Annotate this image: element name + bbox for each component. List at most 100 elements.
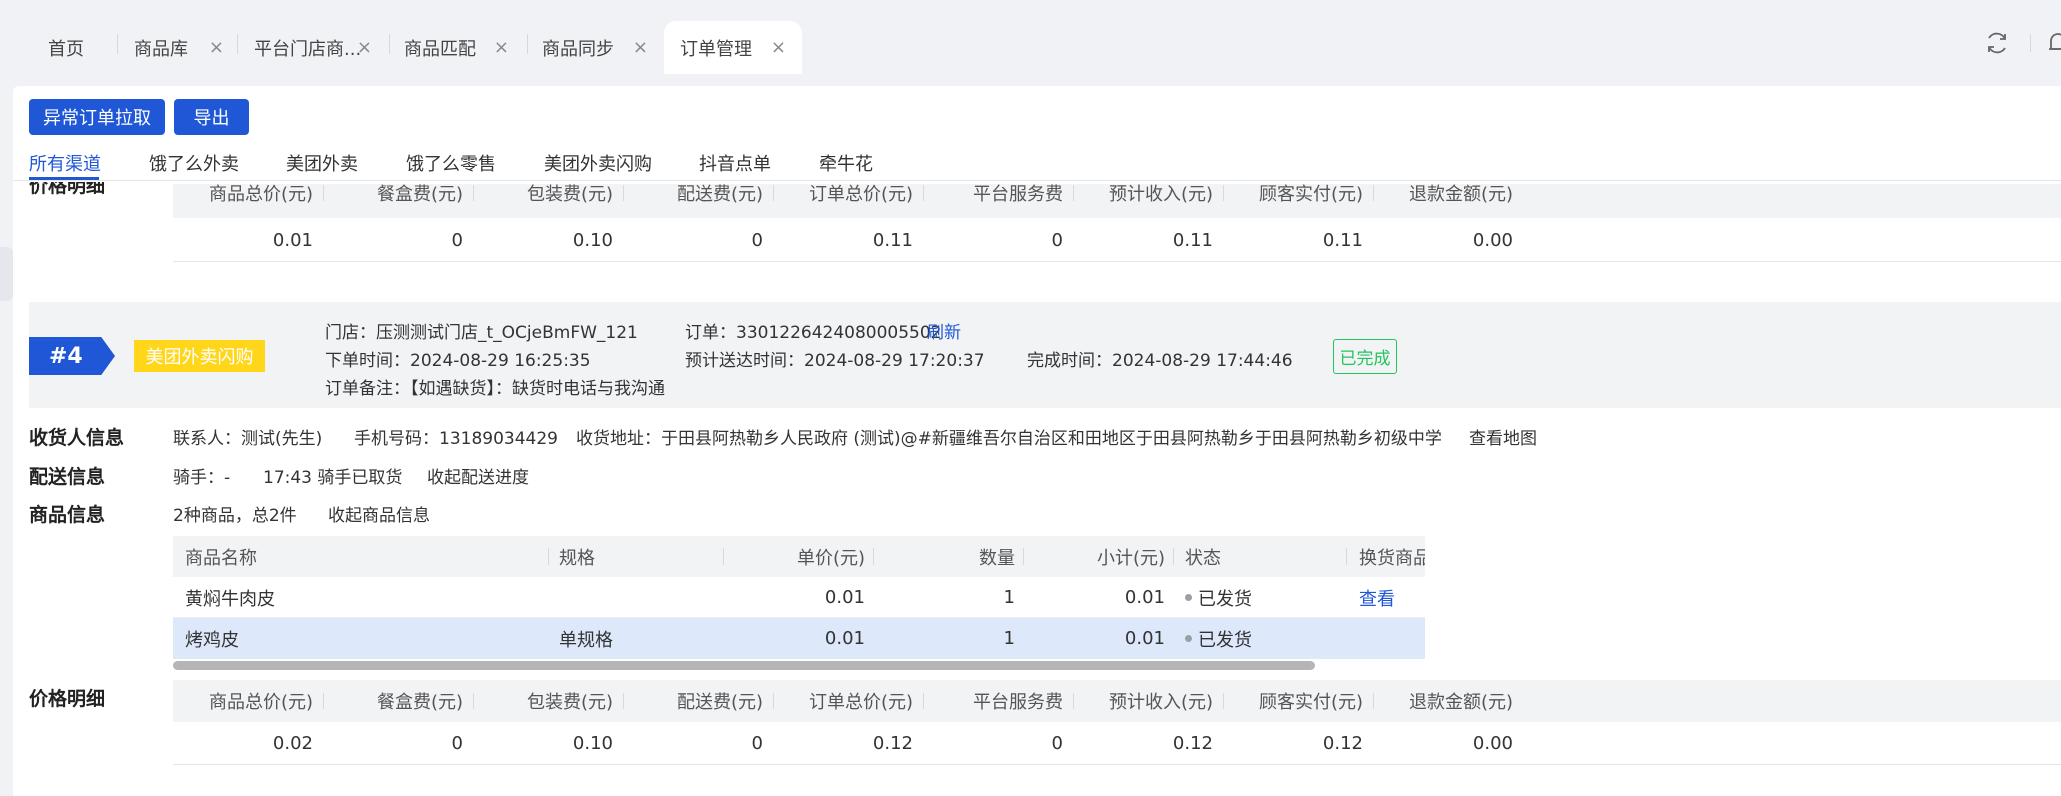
order-time: 下单时间：2024-08-29 16:25:35 (325, 351, 591, 371)
price-cell: 0.01 (272, 229, 313, 251)
price-col-header: 预计收入(元) (1108, 692, 1213, 713)
column-divider (723, 548, 724, 565)
prev-price-table-row: 0.01 0 0.10 0 0.11 0 0.11 0.11 0.00 (173, 218, 2061, 262)
tab-product-library[interactable]: 商品库 × (134, 21, 224, 74)
tab-order-management[interactable]: 订单管理 × (664, 21, 802, 74)
channel-tabs-divider (13, 180, 2061, 181)
export-button[interactable]: 导出 (174, 99, 249, 135)
goods-spec: 单规格 (559, 629, 613, 651)
collapse-goods-link[interactable]: 收起商品信息 (328, 501, 430, 526)
order-remark: 订单备注：【如遇缺货】：缺货时电话与我沟通 (325, 379, 665, 399)
close-icon[interactable]: × (771, 37, 786, 58)
tab-product-sync[interactable]: 商品同步 × (542, 21, 648, 74)
close-icon[interactable]: × (494, 37, 509, 58)
price-col-header: 退款金额(元) (1408, 692, 1513, 713)
goods-subtotal: 0.01 (1124, 587, 1165, 608)
price-cell: 0.02 (272, 732, 313, 754)
price-cell: 0 (751, 229, 763, 251)
view-map-link[interactable]: 查看地图 (1469, 424, 1537, 449)
prev-price-section-label: 价格明细 (29, 182, 106, 196)
close-icon[interactable]: × (633, 37, 648, 58)
tab-bar: 首页 商品库 × 平台门店商... × 商品匹配 × 商品同步 × 订单管理 × (0, 0, 2061, 74)
price-table-header: 商品总价(元) 餐盒费(元) 包装费(元) 配送费(元) 订单总价(元) 平台服… (173, 680, 2061, 722)
delivery-section-label: 配送信息 (29, 466, 106, 488)
price-col-header: 商品总价(元) (208, 184, 313, 205)
goods-status-text: 已发货 (1198, 588, 1252, 610)
price-cell: 0 (451, 732, 463, 754)
receiver-phone: 手机号码：13189034429 (354, 429, 558, 449)
goods-table-header: 商品名称 规格 单价(元) 数量 小计(元) 状态 换货商品 (173, 536, 1425, 577)
receiver-section-label: 收货人信息 (29, 427, 125, 449)
delivery-progress: 17:43 骑手已取货 (263, 468, 403, 488)
bell-icon[interactable] (2046, 30, 2061, 56)
refresh-icon[interactable] (1984, 30, 2010, 56)
close-icon[interactable]: × (357, 37, 372, 58)
price-cell: 0 (1051, 732, 1063, 754)
tab-label: 首页 (48, 38, 84, 60)
price-cell: 0 (1051, 229, 1063, 251)
column-divider (548, 548, 549, 565)
price-table-row: 0.02 0 0.10 0 0.12 0 0.12 0.12 0.00 (173, 722, 2061, 765)
column-divider (1023, 548, 1024, 565)
receiver-contact: 联系人：测试(先生) (173, 429, 323, 449)
tab-divider (389, 34, 390, 54)
goods-col-header: 规格 (559, 547, 595, 569)
delivery-rider: 骑手：- (173, 468, 231, 488)
complete-time: 完成时间：2024-08-29 17:44:46 (1027, 351, 1293, 371)
tab-home[interactable]: 首页 (48, 21, 108, 74)
channel-tab-all[interactable]: 所有渠道 (29, 150, 101, 176)
price-col-header: 包装费(元) (526, 184, 613, 205)
goods-col-header: 小计(元) (1096, 547, 1165, 569)
price-cell: 0.11 (1172, 229, 1213, 251)
channel-tab-douyin[interactable]: 抖音点单 (699, 150, 771, 176)
order-refresh-link[interactable]: 刷新 (927, 318, 961, 343)
view-exchange-link[interactable]: 查看 (1359, 577, 1395, 618)
price-section-label: 价格明细 (29, 688, 106, 710)
price-cell: 0.12 (1172, 732, 1213, 754)
order-number: 订单：3301226424080005502 (685, 323, 942, 343)
channel-tab-eleme[interactable]: 饿了么外卖 (149, 150, 239, 176)
channel-tab-meituan-flash[interactable]: 美团外卖闪购 (544, 150, 652, 176)
order-status-badge: 已完成 (1333, 339, 1397, 374)
active-channel-indicator (29, 177, 99, 180)
price-cell: 0.00 (1472, 229, 1513, 251)
sidebar-collapse-handle[interactable] (0, 247, 13, 301)
channel-tab-meituan[interactable]: 美团外卖 (286, 150, 358, 176)
goods-col-header: 换货商品 (1359, 547, 1425, 569)
goods-col-header: 数量 (979, 547, 1015, 569)
prev-price-table-header: 商品总价(元) 餐盒费(元) 包装费(元) 配送费(元) 订单总价(元) 平台服… (173, 184, 2061, 218)
price-col-header: 餐盒费(元) (376, 184, 463, 205)
price-col-header: 订单总价(元) (808, 692, 913, 713)
column-divider (1173, 548, 1174, 565)
collapse-delivery-link[interactable]: 收起配送进度 (427, 463, 529, 488)
close-icon[interactable]: × (209, 37, 224, 58)
expected-delivery-time: 预计送达时间：2024-08-29 17:20:37 (685, 351, 985, 371)
price-col-header: 订单总价(元) (808, 184, 913, 205)
goods-status: 已发货 (1185, 618, 1252, 659)
tab-label: 商品同步 (542, 38, 614, 60)
price-cell: 0.10 (572, 732, 613, 754)
status-dot-icon (1185, 635, 1192, 642)
table-row[interactable]: 黄焖牛肉皮 0.01 1 0.01 已发货 查看 (173, 577, 1425, 618)
order-index-badge: #4 (29, 337, 115, 375)
tab-divider (527, 34, 528, 54)
channel-tab-eleme-retail[interactable]: 饿了么零售 (406, 150, 496, 176)
price-col-header: 顾客实付(元) (1258, 184, 1363, 205)
toolbar-divider (2030, 34, 2031, 52)
price-cell: 0.12 (872, 732, 913, 754)
table-row[interactable]: 烤鸡皮 单规格 0.01 1 0.01 已发货 (173, 618, 1425, 659)
price-col-header: 包装费(元) (526, 692, 613, 713)
goods-table-scrollbar[interactable] (173, 661, 1315, 670)
price-col-header: 餐盒费(元) (376, 692, 463, 713)
goods-col-header: 商品名称 (185, 547, 257, 569)
goods-price: 0.01 (824, 628, 865, 649)
goods-section-label: 商品信息 (29, 504, 106, 526)
tab-product-matching[interactable]: 商品匹配 × (404, 21, 509, 74)
tab-platform-store-products[interactable]: 平台门店商... × (254, 21, 372, 74)
price-col-header: 平台服务费 (973, 184, 1063, 205)
status-dot-icon (1185, 594, 1192, 601)
channel-tab-qianniuhua[interactable]: 牵牛花 (819, 150, 873, 176)
goods-summary-link[interactable]: 2种商品，总2件 (173, 501, 297, 526)
pull-abnormal-orders-button[interactable]: 异常订单拉取 (29, 99, 165, 135)
goods-name: 黄焖牛肉皮 (185, 588, 275, 610)
